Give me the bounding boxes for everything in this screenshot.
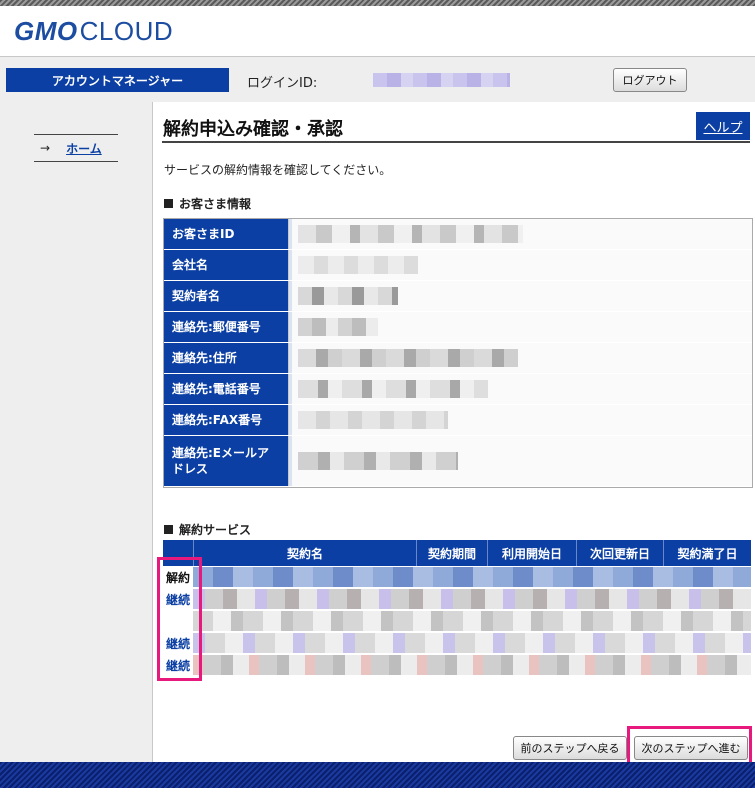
column-header: 次回更新日 — [576, 540, 663, 566]
row-cells-redacted — [193, 655, 751, 675]
redacted-value — [298, 225, 523, 243]
field-label: 連絡先:FAX番号 — [164, 405, 289, 435]
sidebar-item-home[interactable]: → ホーム — [34, 134, 118, 162]
redacted-value — [298, 256, 418, 274]
row-cells-redacted — [193, 611, 751, 631]
field-value-redacted — [289, 219, 752, 249]
redacted-value — [298, 452, 458, 470]
header: GMOCLOUD — [0, 6, 755, 58]
table-row: 継続 — [163, 588, 751, 610]
table-row: 会社名 — [164, 250, 752, 281]
table-row: 契約者名 — [164, 281, 752, 312]
next-button-highlight-box — [627, 726, 752, 766]
footer-bottom — [0, 788, 755, 794]
field-value-redacted — [289, 343, 752, 373]
redacted-value — [298, 380, 488, 398]
square-bullet-icon — [164, 199, 173, 208]
field-value-redacted — [289, 436, 752, 486]
prev-step-button[interactable]: 前のステップへ戻る — [513, 736, 627, 760]
field-value-redacted — [289, 312, 752, 342]
field-label: 連絡先:郵便番号 — [164, 312, 289, 342]
column-header: 契約名 — [193, 540, 416, 566]
logo-cloud: CLOUD — [79, 16, 174, 46]
table-row: 連絡先:郵便番号 — [164, 312, 752, 343]
redacted-value — [298, 287, 398, 305]
table-row: 解約 — [163, 566, 751, 588]
page-title: 解約申込み確認・承認 — [163, 119, 343, 140]
customer-info-heading: お客さま情報 — [164, 195, 251, 212]
sidebar — [0, 102, 153, 762]
logout-button[interactable]: ログアウト — [613, 68, 687, 92]
service-table: 契約名 契約期間 利用開始日 次回更新日 契約満了日 解約 継続 継続 継続 — [163, 540, 751, 676]
home-link[interactable]: ホーム — [66, 140, 102, 157]
login-id-value-redacted — [373, 73, 510, 87]
column-header: 契約期間 — [416, 540, 487, 566]
account-manager-tab[interactable]: アカウントマネージャー — [6, 68, 229, 92]
field-value-redacted — [289, 405, 752, 435]
field-label: 連絡先:住所 — [164, 343, 289, 373]
table-row: 連絡先:Eメールアドレス — [164, 436, 752, 487]
gmo-cloud-logo: GMOCLOUD — [14, 16, 173, 47]
table-row: お客さまID — [164, 219, 752, 250]
column-header: 利用開始日 — [487, 540, 576, 566]
field-label: 契約者名 — [164, 281, 289, 311]
table-row: 連絡先:FAX番号 — [164, 405, 752, 436]
service-heading-label: 解約サービス — [179, 523, 252, 537]
service-table-header: 契約名 契約期間 利用開始日 次回更新日 契約満了日 — [163, 540, 751, 566]
table-row: 継続 — [163, 632, 751, 654]
login-id-label: ログインID: — [247, 76, 318, 91]
row-cells-redacted — [193, 567, 751, 587]
title-divider — [162, 141, 750, 143]
customer-info-heading-label: お客さま情報 — [179, 197, 252, 211]
table-row: 継続 — [163, 654, 751, 676]
square-bullet-icon — [164, 525, 173, 534]
field-label: 連絡先:電話番号 — [164, 374, 289, 404]
redacted-value — [298, 411, 448, 429]
table-row — [163, 610, 751, 632]
arrow-right-icon: → — [40, 141, 51, 155]
service-heading: 解約サービス — [164, 521, 251, 538]
table-row: 連絡先:住所 — [164, 343, 752, 374]
customer-info-table: お客さまID 会社名 契約者名 連絡先:郵便番号 連絡先:住所 連絡先:電話番号… — [163, 218, 753, 488]
intro-text: サービスの解約情報を確認してください。 — [164, 163, 392, 177]
field-label: お客さまID — [164, 219, 289, 249]
footer-bar — [0, 762, 755, 788]
column-header: 契約満了日 — [663, 540, 751, 566]
logo-gmo: GMO — [14, 16, 78, 46]
redacted-value — [298, 318, 378, 336]
field-value-redacted — [289, 250, 752, 280]
field-label: 連絡先:Eメールアドレス — [164, 436, 289, 486]
row-cells-redacted — [193, 633, 751, 653]
status-highlight-box — [157, 557, 202, 681]
field-value-redacted — [289, 374, 752, 404]
row-cells-redacted — [193, 589, 751, 609]
redacted-value — [298, 349, 518, 367]
field-label: 会社名 — [164, 250, 289, 280]
field-value-redacted — [289, 281, 752, 311]
table-row: 連絡先:電話番号 — [164, 374, 752, 405]
help-button[interactable]: ヘルプ — [696, 112, 750, 140]
